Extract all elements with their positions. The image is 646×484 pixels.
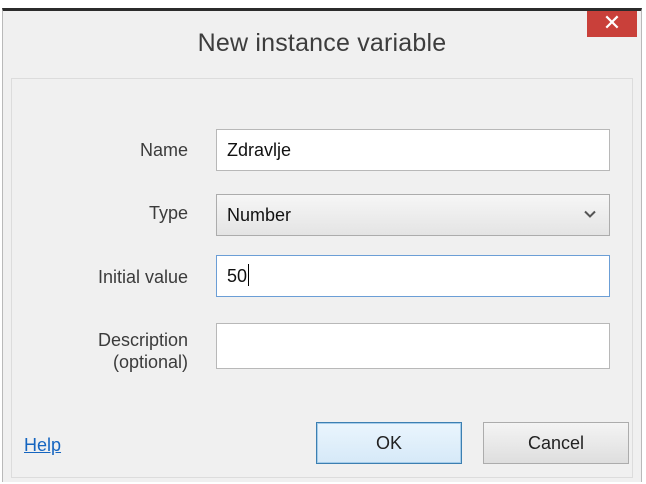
description-label: Description (optional) <box>12 329 188 373</box>
cancel-button[interactable]: Cancel <box>483 422 629 464</box>
close-button[interactable]: ✕ <box>587 11 637 37</box>
dialog-window: New instance variable ✕ Name Zdravlje Ty… <box>2 8 642 482</box>
dialog-title: New instance variable <box>197 29 447 57</box>
name-field-value: Zdravlje <box>227 140 292 160</box>
help-link[interactable]: Help <box>24 435 61 456</box>
description-field[interactable] <box>216 323 610 369</box>
chevron-down-icon <box>584 210 596 218</box>
initial-value-field[interactable]: 50 <box>216 255 610 297</box>
type-label: Type <box>148 203 188 223</box>
initial-value-field-value: 50 <box>227 266 248 286</box>
description-label-line2: (optional) <box>112 352 188 372</box>
close-icon: ✕ <box>602 11 622 36</box>
name-label: Name <box>139 140 188 160</box>
type-select[interactable]: Number <box>216 194 610 236</box>
name-field[interactable]: Zdravlje <box>216 129 610 171</box>
type-select-value: Number <box>227 205 292 225</box>
dialog-body: Name Zdravlje Type Number Initial value … <box>11 78 633 478</box>
title-bar[interactable]: New instance variable ✕ <box>3 11 641 77</box>
initial-value-label: Initial value <box>97 267 188 287</box>
text-caret <box>248 264 250 286</box>
description-label-line1: Description <box>97 330 188 350</box>
ok-button[interactable]: OK <box>316 422 462 464</box>
